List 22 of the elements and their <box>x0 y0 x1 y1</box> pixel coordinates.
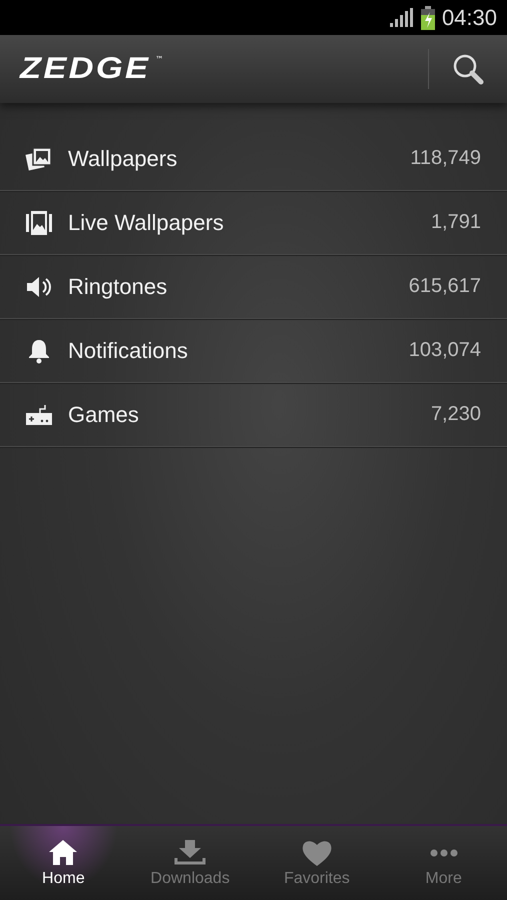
app-logo: ZEDGE <box>20 52 150 86</box>
search-icon <box>451 52 485 86</box>
category-row[interactable]: Live Wallpapers 1,791 <box>0 191 507 255</box>
battery-icon <box>420 6 436 30</box>
category-count: 1,791 <box>430 211 481 234</box>
category-count: 615,617 <box>408 275 481 298</box>
category-row[interactable]: Ringtones 615,617 <box>0 255 507 319</box>
category-row[interactable]: Notifications 103,074 <box>0 319 507 383</box>
category-count: 118,749 <box>410 147 481 170</box>
category-label: Ringtones <box>68 274 168 300</box>
trademark-sign: ™ <box>155 55 164 64</box>
category-label: Live Wallpapers <box>68 210 225 236</box>
status-time: 04:30 <box>442 4 497 30</box>
category-label: Games <box>68 402 140 428</box>
category-count: 103,074 <box>408 339 481 362</box>
category-label: Notifications <box>68 338 189 364</box>
more-icon <box>430 849 458 857</box>
category-count: 7,230 <box>430 403 481 426</box>
category-row[interactable]: Wallpapers 118,749 <box>0 127 507 191</box>
category-row[interactable]: Games 7,230 <box>0 383 507 447</box>
signal-icon <box>388 6 414 28</box>
category-label: Wallpapers <box>68 146 178 172</box>
